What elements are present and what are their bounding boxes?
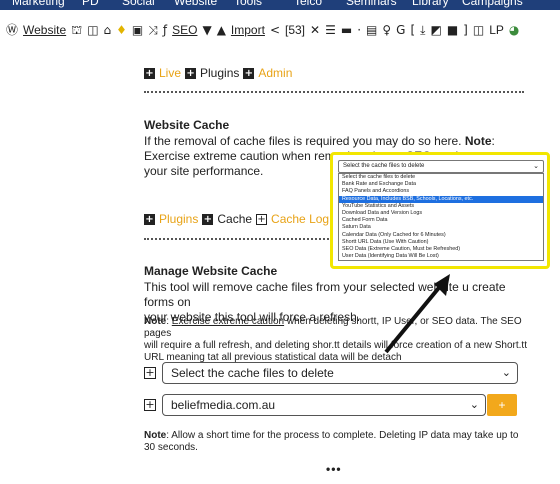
option-item[interactable]: Saturn Data [339,224,543,231]
option-item[interactable]: User Data (Identifying Data Will Be Lost… [339,253,543,260]
chevron-down-icon: ⌄ [469,398,479,411]
manage-cache-heading: Manage Website Cache [144,264,278,278]
nav-item-tools[interactable]: Tools [234,0,262,8]
top-nav: Marketing PD Social Website Tools Telco … [0,0,560,10]
bank-icon[interactable]: ⌂ [104,24,112,36]
chevron-down-icon: ⌄ [501,366,511,379]
pie-chart-icon[interactable]: ◕ [509,24,519,36]
toolbar-lp-link[interactable]: LP [489,23,504,37]
option-item[interactable]: SEO Data (Extreme Caution, Must be Refre… [339,246,543,253]
plus-square-icon: + [185,67,197,79]
website-cache-heading: Website Cache [144,118,230,132]
font-icon[interactable]: ƒ [163,24,167,36]
site-select-row: + beliefmedia.com.au ⌄ [144,394,486,416]
crumb-plugins-link[interactable]: Plugins [200,66,239,80]
video-icon[interactable]: ■ [447,24,458,36]
toolbar-seo-link[interactable]: SEO [172,23,197,37]
shuffle-icon[interactable]: ⤨ [148,24,158,36]
option-item[interactable]: FAQ Panels and Accordions [339,188,543,195]
location-icon[interactable]: ♀ [382,24,391,36]
plus-square-icon: + [144,213,155,225]
inbox-icon[interactable]: ▣ [132,24,143,36]
cache-files-select[interactable]: Select the cache files to delete ⌄ [162,362,518,384]
crumb-plugins-link[interactable]: Plugins [159,212,198,226]
breadcrumb-top: + Live + Plugins + Admin [144,66,292,80]
process-note: Note: Allow a short time for the process… [144,430,519,453]
option-item[interactable]: Calendar Data (Only Cached for 6 Minutes… [339,232,543,239]
image-icon[interactable]: ▤ [366,24,377,36]
crumb-live-link[interactable]: Live [159,66,181,80]
bracket-close-icon: ] [463,23,468,37]
admin-toolbar: Ⓦ Website ⛫ ◫ ⌂ ♦ ▣ ⤨ ƒ SEO ▼ ▲ Import <… [0,18,560,42]
toolbar-count: [53] [285,23,306,37]
option-item[interactable]: Shortt URL Data (Use With Caution) [339,239,543,246]
expand-icon[interactable]: + [144,399,156,411]
crumb-admin-link[interactable]: Admin [258,66,292,80]
bulb-icon[interactable]: ♦ [116,24,127,36]
more-ellipsis[interactable]: ••• [326,462,342,476]
nav-item-website[interactable]: Website [174,0,217,8]
website-select[interactable]: beliefmedia.com.au ⌄ [162,394,486,416]
grid-icon[interactable]: ◫ [87,24,98,36]
nav-item-pd[interactable]: PD [82,0,99,8]
user-icon[interactable]: ▲ [217,24,226,36]
popup-select[interactable]: Select the cache files to delete ⌄ [338,160,544,173]
google-icon[interactable]: G [396,24,405,36]
crumb-cache-link[interactable]: Cache [217,212,252,226]
cache-select-row: + Select the cache files to delete ⌄ [144,362,518,384]
add-button[interactable]: + [487,394,517,416]
option-item[interactable]: Cached Form Data [339,217,543,224]
plus-square-icon: + [243,67,255,79]
breadcrumb-mid: + Plugins + Cache + Cache Log [144,212,329,226]
list-icon[interactable]: ☰ [325,24,336,36]
nav-item-seminars[interactable]: Seminars [346,0,397,8]
crumb-cache-log-link[interactable]: Cache Log [271,212,329,226]
tray-icon[interactable]: ▬ [341,24,352,36]
wordpress-icon[interactable]: Ⓦ [6,24,18,36]
plus-square-icon: + [144,67,155,79]
dotted-divider [144,91,524,93]
chart-icon[interactable]: ◩ [430,24,441,36]
share-icon[interactable]: < [270,24,280,36]
manage-cache-note: Note: Exercise extreme caution when dele… [144,316,527,363]
option-item[interactable]: YouTube Statistics and Assets [339,203,543,210]
nav-item-social[interactable]: Social [122,0,155,8]
plus-outline-icon: + [256,213,268,225]
window-icon[interactable]: ◫ [473,24,484,36]
nav-item-telco[interactable]: Telco [294,0,322,8]
users-icon[interactable]: ⛫ [71,24,82,36]
download-icon[interactable]: ⤓ [420,24,425,36]
option-item[interactable]: Select the cache files to delete [339,174,543,181]
option-item[interactable]: Bank Rate and Exchange Data [339,181,543,188]
plus-square-icon: + [202,213,214,225]
nav-item-campaigns[interactable]: Campaigns [462,0,523,8]
nav-item-marketing[interactable]: Marketing [12,0,65,8]
tools-icon[interactable]: ✕ [310,24,320,36]
cache-options-popup: Select the cache files to delete ⌄ Selec… [330,152,550,269]
expand-icon[interactable]: + [144,367,156,379]
bracket-open-icon: [ [410,23,416,37]
nav-item-library[interactable]: Library [412,0,449,8]
chevron-down-icon: ⌄ [533,163,539,170]
option-item[interactable]: Download Data and Version Logs [339,210,543,217]
toolbar-import-link[interactable]: Import [231,23,265,37]
filter-icon[interactable]: ▼ [202,24,211,36]
option-item-active[interactable]: Resource Data, Includes BSB, Schools, Lo… [339,195,543,203]
toolbar-website-link[interactable]: Website [23,23,66,37]
pointer-arrow-icon [384,274,450,354]
dot-icon: · [357,23,362,37]
popup-options-list: Select the cache files to delete Bank Ra… [338,173,544,261]
